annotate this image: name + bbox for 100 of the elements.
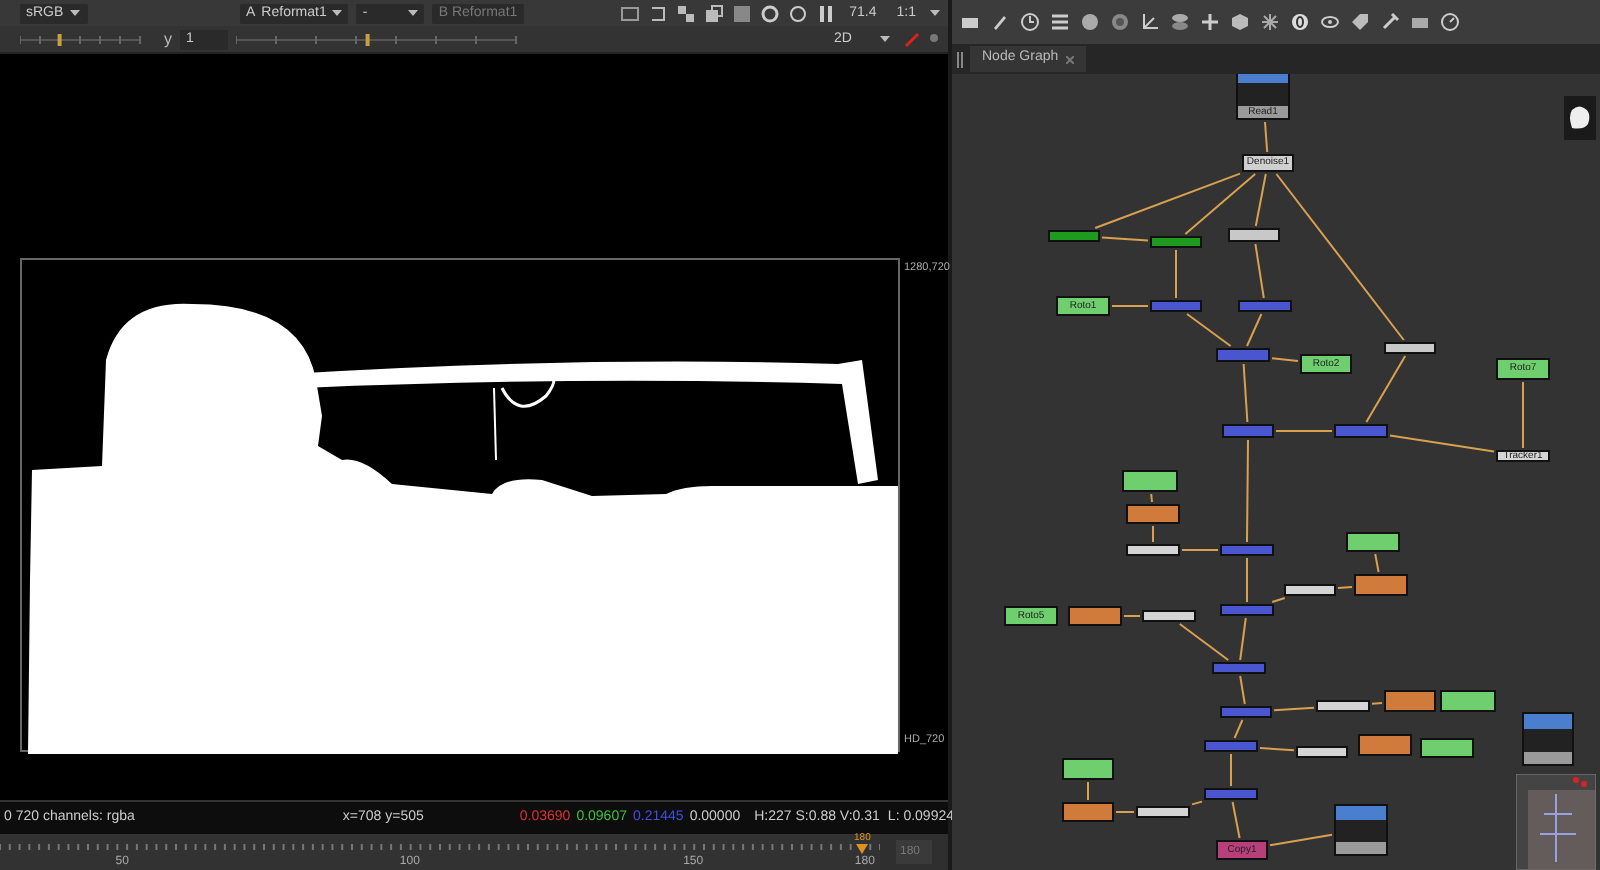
- sphere-icon[interactable]: [1080, 12, 1100, 32]
- hand-icon: [1564, 96, 1596, 140]
- pen-icon[interactable]: [990, 12, 1010, 32]
- connector-line: [1365, 355, 1407, 423]
- connector-line: [1389, 434, 1495, 453]
- panel-icon[interactable]: [960, 12, 980, 32]
- tracker-node[interactable]: [1284, 584, 1336, 596]
- grip-icon[interactable]: [956, 51, 964, 67]
- keyer-node[interactable]: [1048, 230, 1100, 242]
- connector-line: [1233, 719, 1244, 739]
- connector-line: [1269, 833, 1333, 847]
- utility-node[interactable]: [1384, 342, 1436, 354]
- read-node[interactable]: [1522, 712, 1574, 766]
- tag-icon[interactable]: [1350, 12, 1370, 32]
- particle-icon[interactable]: [1260, 12, 1280, 32]
- bracket-icon[interactable]: [647, 3, 668, 23]
- connector-line: [1230, 753, 1232, 787]
- stack-icon[interactable]: [1050, 12, 1070, 32]
- roto-node[interactable]: [1062, 758, 1114, 780]
- merge-node[interactable]: [1204, 788, 1258, 800]
- connector-line: [1101, 236, 1149, 242]
- connector-line: [1271, 597, 1286, 603]
- roto-node[interactable]: [1440, 690, 1496, 712]
- merge-node[interactable]: [1222, 424, 1274, 438]
- axis-icon[interactable]: [1140, 12, 1160, 32]
- caret-icon: [332, 10, 343, 16]
- merge-node[interactable]: [1150, 300, 1202, 312]
- connector-line: [1175, 249, 1177, 299]
- blur-node[interactable]: [1062, 802, 1114, 822]
- playhead-marker-icon: [856, 844, 869, 854]
- slash-icon[interactable]: [904, 31, 920, 47]
- merge-node[interactable]: [1220, 706, 1272, 718]
- connector-line: [1111, 305, 1149, 307]
- cube-icon[interactable]: [1230, 12, 1250, 32]
- tracker-node[interactable]: [1136, 806, 1190, 818]
- blur-node[interactable]: [1358, 734, 1412, 756]
- blur-node[interactable]: [1068, 606, 1122, 626]
- roto-node[interactable]: [1420, 738, 1474, 758]
- move-icon[interactable]: [1200, 12, 1220, 32]
- merge-node[interactable]: [1212, 662, 1266, 674]
- tracker-node[interactable]: [1142, 610, 1196, 622]
- blur-node[interactable]: [1384, 690, 1436, 712]
- connector-line: [1242, 363, 1249, 423]
- gauge-icon[interactable]: [1440, 12, 1460, 32]
- connector-line: [1239, 617, 1247, 661]
- merge-node[interactable]: [1220, 604, 1274, 616]
- gamma-label: y: [164, 27, 172, 51]
- ring-icon[interactable]: [787, 3, 808, 23]
- zero-icon[interactable]: [1290, 12, 1310, 32]
- tracker-node[interactable]: [1126, 544, 1180, 556]
- connector-line: [1246, 313, 1263, 347]
- close-icon: [1066, 55, 1075, 63]
- pause-icon[interactable]: [815, 3, 836, 23]
- dial-icon[interactable]: [1110, 12, 1130, 32]
- gain-slider[interactable]: [20, 29, 144, 49]
- connector-line: [1522, 381, 1524, 449]
- connector-line: [1271, 357, 1299, 362]
- merge-node[interactable]: [1216, 348, 1270, 362]
- caret-icon[interactable]: [930, 10, 940, 16]
- pin-icon[interactable]: [928, 31, 940, 47]
- connector-line: [1239, 675, 1246, 705]
- roto-node[interactable]: [1122, 470, 1178, 492]
- read-node[interactable]: [1334, 804, 1388, 856]
- blur-node[interactable]: [1354, 574, 1408, 596]
- connector-line: [1246, 557, 1248, 603]
- checker-icon[interactable]: [675, 3, 696, 23]
- keyer-node[interactable]: [1150, 236, 1202, 248]
- tracker-node[interactable]: [1316, 700, 1370, 712]
- merge-node[interactable]: [1334, 424, 1388, 438]
- connector-line: [1273, 706, 1315, 712]
- connector-line: [1178, 623, 1230, 661]
- connector-line: [1259, 747, 1295, 752]
- gamma-slider[interactable]: [236, 29, 520, 49]
- tracker-node[interactable]: [1296, 746, 1348, 758]
- merge-node[interactable]: [1220, 544, 1274, 556]
- utility-node[interactable]: [1228, 228, 1280, 242]
- roto-node[interactable]: [1346, 532, 1400, 552]
- connector-line: [1246, 439, 1249, 543]
- minimap-panel[interactable]: [1516, 774, 1596, 870]
- connector-line: [1374, 553, 1380, 573]
- connector-line: [1371, 702, 1383, 705]
- connector-line: [1254, 243, 1265, 299]
- layers-icon[interactable]: [1170, 12, 1190, 32]
- caret-icon: [69, 10, 80, 16]
- connector-line: [1123, 615, 1141, 617]
- viewer-square-icon[interactable]: [619, 3, 640, 23]
- eye-icon[interactable]: [1320, 12, 1340, 32]
- connector-line: [1186, 313, 1232, 347]
- connector-line: [1115, 811, 1135, 813]
- blur-node[interactable]: [1126, 504, 1180, 524]
- clock-icon[interactable]: [1020, 12, 1040, 32]
- overlay-icon[interactable]: [703, 3, 724, 23]
- connector-line: [1181, 549, 1219, 551]
- merge-node[interactable]: [1204, 740, 1258, 752]
- connector-line: [1087, 781, 1089, 801]
- merge-node[interactable]: [1238, 300, 1292, 312]
- connector-line: [1275, 430, 1333, 432]
- caret-icon: [408, 10, 419, 16]
- connector-line: [1264, 121, 1269, 153]
- connector-line: [1150, 493, 1153, 503]
